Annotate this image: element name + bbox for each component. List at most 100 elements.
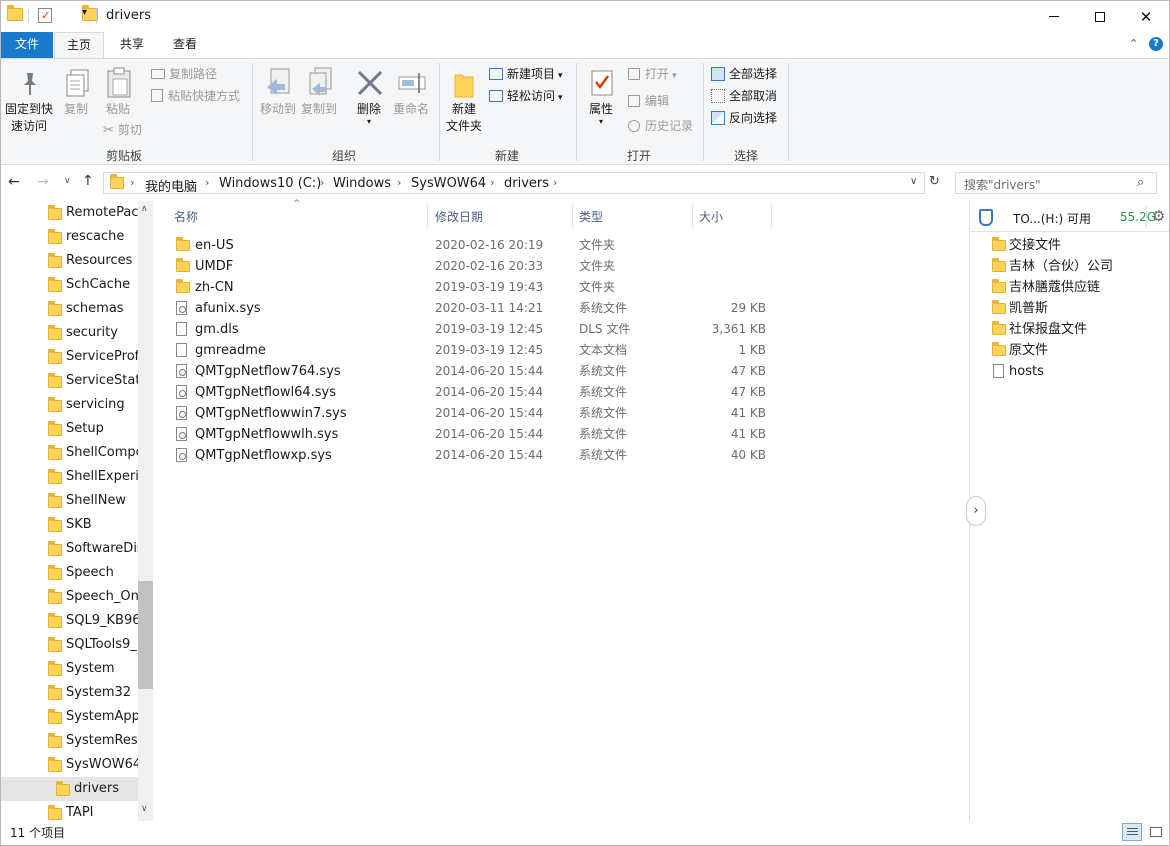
scrollbar-thumb[interactable] — [138, 581, 153, 689]
file-row[interactable]: gm.dls 2019-03-19 12:45 DLS 文件 3,361 KB — [170, 319, 770, 340]
column-header-date[interactable]: 修改日期 — [435, 207, 483, 227]
tab-view[interactable]: 查看 — [160, 32, 210, 58]
nav-item-speech-one[interactable]: Speech_One — [1, 585, 138, 609]
nav-item-tapi[interactable]: TAPI — [1, 801, 138, 821]
gear-icon[interactable]: ⚙ — [1152, 207, 1165, 225]
search-input[interactable]: 搜索"drivers" ⌕ — [955, 172, 1157, 194]
rename-button[interactable]: 重命名 — [390, 101, 432, 118]
nav-item-softwaredis[interactable]: SoftwareDis — [1, 537, 138, 561]
collapse-ribbon-icon[interactable]: ⌃ — [1129, 37, 1138, 50]
breadcrumb-separator[interactable]: › — [553, 176, 557, 189]
nav-item-setup[interactable]: Setup — [1, 417, 138, 441]
nav-item-shellnew[interactable]: ShellNew — [1, 489, 138, 513]
address-bar[interactable]: › 我的电脑 › Windows10 (C:) › Windows › SysW… — [103, 172, 925, 195]
breadcrumb-c-drive[interactable]: Windows10 (C:) — [219, 176, 321, 191]
nav-item-shellexperie[interactable]: ShellExperie — [1, 465, 138, 489]
up-icon[interactable]: ↑ — [82, 173, 94, 189]
back-icon[interactable]: ← — [8, 174, 20, 190]
breadcrumb-syswow64[interactable]: SysWOW64 — [411, 176, 486, 191]
large-icons-view-icon[interactable] — [1147, 823, 1165, 841]
copy-path-button[interactable]: 复制路径 — [151, 64, 217, 84]
recent-locations-icon[interactable]: ∨ — [64, 176, 71, 186]
select-none-button[interactable]: 全部取消 — [711, 86, 777, 106]
nav-item-resources[interactable]: Resources — [1, 249, 138, 273]
column-divider[interactable] — [692, 203, 693, 229]
file-row[interactable]: UMDF 2020-02-16 20:33 文件夹 — [170, 256, 770, 277]
customize-quick-access-icon[interactable]: ▾ — [82, 7, 87, 18]
cut-button[interactable]: ✂ 剪切 — [103, 120, 142, 140]
drive-label[interactable]: TO...(H:) 可用 — [1013, 210, 1091, 227]
nav-item-sqltools9-l[interactable]: SQLTools9_l — [1, 633, 138, 657]
refresh-icon[interactable]: ↻ — [929, 174, 940, 189]
nav-item-systemreso[interactable]: SystemReso — [1, 729, 138, 753]
breadcrumb-drivers[interactable]: drivers — [504, 176, 549, 191]
nav-item-sql9-kb960[interactable]: SQL9_KB960 — [1, 609, 138, 633]
help-icon[interactable]: ? — [1149, 37, 1163, 51]
copy-to-button[interactable]: 复制到 — [298, 101, 340, 118]
details-view-icon[interactable] — [1122, 823, 1142, 841]
file-row[interactable]: afunix.sys 2020-03-11 14:21 系统文件 29 KB — [170, 298, 770, 319]
nav-item-shellcompo[interactable]: ShellCompo — [1, 441, 138, 465]
pin-to-quick-access-button[interactable]: 固定到快 速访问 — [3, 101, 55, 135]
move-to-button[interactable]: 移动到 — [257, 101, 299, 118]
maximize-button[interactable] — [1077, 1, 1123, 32]
open-button[interactable]: 打开 ▾ — [628, 64, 677, 84]
nav-item-speech[interactable]: Speech — [1, 561, 138, 585]
edit-button[interactable]: 编辑 — [628, 91, 669, 111]
select-all-button[interactable]: 全部选择 — [711, 64, 777, 84]
breadcrumb-this-pc[interactable]: 我的电脑 — [145, 176, 197, 195]
properties-button[interactable]: 属性 ▾ — [583, 101, 619, 126]
nav-item-servicing[interactable]: servicing — [1, 393, 138, 417]
tab-share[interactable]: 共享 — [107, 32, 157, 58]
column-divider[interactable] — [572, 203, 573, 229]
history-button[interactable]: 历史记录 — [628, 116, 693, 136]
breadcrumb-separator[interactable]: › — [130, 176, 134, 189]
file-row[interactable]: zh-CN 2019-03-19 19:43 文件夹 — [170, 277, 770, 298]
nav-scrollbar[interactable]: ∧ ∨ — [138, 201, 153, 821]
column-divider[interactable] — [427, 203, 428, 229]
breadcrumb-separator[interactable]: › — [320, 176, 324, 189]
column-divider[interactable] — [771, 203, 772, 229]
breadcrumb-separator[interactable]: › — [397, 176, 401, 189]
tab-home[interactable]: 主页 — [54, 32, 104, 58]
nav-item-rescache[interactable]: rescache — [1, 225, 138, 249]
tab-file[interactable]: 文件 — [1, 32, 53, 58]
paste-button[interactable]: 粘贴 — [100, 101, 136, 118]
nav-item-security[interactable]: security — [1, 321, 138, 345]
nav-item-skb[interactable]: SKB — [1, 513, 138, 537]
file-row[interactable]: QMTgpNetflowl64.sys 2014-06-20 15:44 系统文件 4… — [170, 382, 770, 403]
nav-item-syswow64[interactable]: SysWOW64 — [1, 753, 138, 777]
file-row[interactable]: QMTgpNetflow764.sys 2014-06-20 15:44 系统文件 4… — [170, 361, 770, 382]
file-row[interactable]: QMTgpNetflowwlh.sys 2014-06-20 15:44 系统文件 4… — [170, 424, 770, 445]
copy-button[interactable]: 复制 — [58, 101, 94, 118]
nav-item-schcache[interactable]: SchCache — [1, 273, 138, 297]
file-row[interactable]: gmreadme 2019-03-19 12:45 文本文档 1 KB — [170, 340, 770, 361]
scroll-up-icon[interactable]: ∧ — [141, 204, 148, 214]
nav-item-system[interactable]: System — [1, 657, 138, 681]
delete-button[interactable]: 删除 ▾ — [351, 101, 387, 126]
column-header-type[interactable]: 类型 — [579, 207, 603, 227]
file-row[interactable]: QMTgpNetflowwin7.sys 2014-06-20 15:44 系统文件… — [170, 403, 770, 424]
file-row[interactable]: QMTgpNetflowxp.sys 2014-06-20 15:44 系统文件 40… — [170, 445, 770, 466]
breadcrumb-separator[interactable]: › — [490, 176, 494, 189]
forward-icon[interactable]: → — [37, 174, 49, 190]
properties-quick-icon[interactable]: ✓ — [38, 8, 52, 23]
paste-shortcut-button[interactable]: 粘贴快捷方式 — [151, 86, 240, 106]
column-header-name[interactable]: 名称 — [174, 207, 198, 227]
new-folder-button[interactable]: 新建 文件夹 — [443, 101, 485, 135]
invert-selection-button[interactable]: 反向选择 — [711, 108, 777, 128]
nav-item-system32[interactable]: System32 — [1, 681, 138, 705]
breadcrumb-windows[interactable]: Windows — [333, 176, 391, 191]
nav-item-serviceprofil[interactable]: ServiceProfil — [1, 345, 138, 369]
nav-item-drivers[interactable]: drivers — [1, 777, 138, 801]
search-icon[interactable]: ⌕ — [1137, 175, 1144, 190]
minimize-button[interactable] — [1031, 1, 1077, 32]
expand-panel-icon[interactable]: › — [966, 496, 986, 526]
address-dropdown-icon[interactable]: ∨ — [910, 176, 917, 187]
column-header-size[interactable]: 大小 — [699, 207, 723, 227]
close-button[interactable]: ✕ — [1123, 1, 1169, 32]
nav-item-schemas[interactable]: schemas — [1, 297, 138, 321]
nav-item-servicestate[interactable]: ServiceState — [1, 369, 138, 393]
easy-access-button[interactable]: 轻松访问 ▾ — [489, 86, 563, 106]
nav-item-systemapps[interactable]: SystemApps — [1, 705, 138, 729]
